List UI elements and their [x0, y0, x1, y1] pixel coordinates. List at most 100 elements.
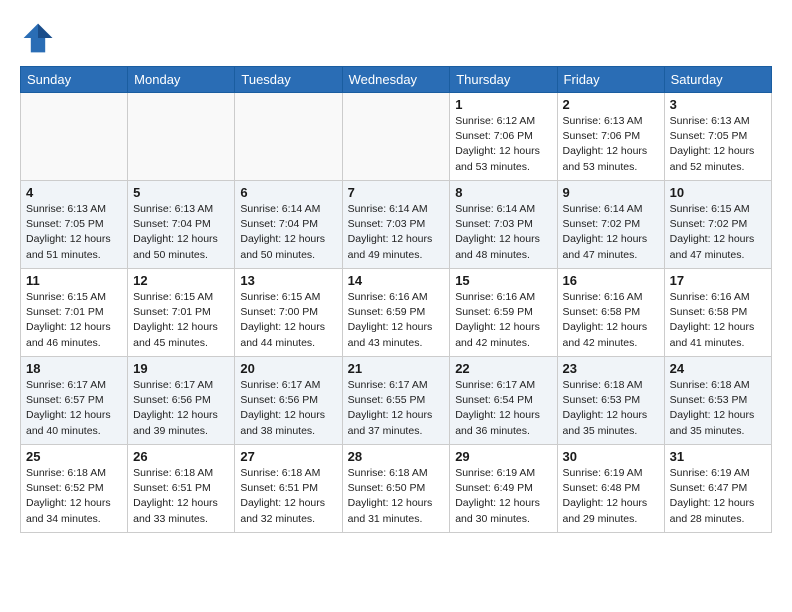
- day-number: 22: [455, 361, 551, 376]
- weekday-header-monday: Monday: [128, 67, 235, 93]
- day-number: 26: [133, 449, 229, 464]
- day-cell: 1 Sunrise: 6:12 AMSunset: 7:06 PMDaylight…: [450, 93, 557, 181]
- weekday-header-friday: Friday: [557, 67, 664, 93]
- weekday-header-tuesday: Tuesday: [235, 67, 342, 93]
- day-number: 7: [348, 185, 445, 200]
- day-info: Sunrise: 6:16 AMSunset: 6:59 PMDaylight:…: [348, 290, 445, 351]
- day-number: 2: [563, 97, 659, 112]
- day-cell: 2 Sunrise: 6:13 AMSunset: 7:06 PMDaylight…: [557, 93, 664, 181]
- day-cell: 22 Sunrise: 6:17 AMSunset: 6:54 PMDayligh…: [450, 357, 557, 445]
- day-cell: 4 Sunrise: 6:13 AMSunset: 7:05 PMDaylight…: [21, 181, 128, 269]
- day-info: Sunrise: 6:15 AMSunset: 7:01 PMDaylight:…: [133, 290, 229, 351]
- day-number: 23: [563, 361, 659, 376]
- day-number: 5: [133, 185, 229, 200]
- weekday-header-sunday: Sunday: [21, 67, 128, 93]
- day-info: Sunrise: 6:16 AMSunset: 6:58 PMDaylight:…: [563, 290, 659, 351]
- day-info: Sunrise: 6:13 AMSunset: 7:04 PMDaylight:…: [133, 202, 229, 263]
- day-info: Sunrise: 6:14 AMSunset: 7:03 PMDaylight:…: [348, 202, 445, 263]
- day-cell: 19Sunrise: 6:17 AMSunset: 6:56 PMDayligh…: [128, 357, 235, 445]
- day-number: 8: [455, 185, 551, 200]
- day-number: 17: [670, 273, 766, 288]
- weekday-header-wednesday: Wednesday: [342, 67, 450, 93]
- page-header: [20, 20, 772, 56]
- logo-icon: [20, 20, 56, 56]
- calendar: SundayMondayTuesdayWednesdayThursdayFrid…: [20, 66, 772, 533]
- day-number: 4: [26, 185, 122, 200]
- day-number: 1: [455, 97, 551, 112]
- day-number: 3: [670, 97, 766, 112]
- weekday-header-saturday: Saturday: [664, 67, 771, 93]
- day-number: 12: [133, 273, 229, 288]
- day-number: 13: [240, 273, 336, 288]
- day-cell: [128, 93, 235, 181]
- day-info: Sunrise: 6:19 AMSunset: 6:48 PMDaylight:…: [563, 466, 659, 527]
- day-info: Sunrise: 6:13 AMSunset: 7:05 PMDaylight:…: [670, 114, 766, 175]
- day-info: Sunrise: 6:13 AMSunset: 7:06 PMDaylight:…: [563, 114, 659, 175]
- day-cell: 6Sunrise: 6:14 AMSunset: 7:04 PMDaylight…: [235, 181, 342, 269]
- day-cell: 31Sunrise: 6:19 AMSunset: 6:47 PMDayligh…: [664, 445, 771, 533]
- week-row: 11 Sunrise: 6:15 AMSunset: 7:01 PMDayligh…: [21, 269, 772, 357]
- day-number: 11: [26, 273, 122, 288]
- day-info: Sunrise: 6:14 AMSunset: 7:03 PMDaylight:…: [455, 202, 551, 263]
- week-row: 4 Sunrise: 6:13 AMSunset: 7:05 PMDaylight…: [21, 181, 772, 269]
- day-info: Sunrise: 6:15 AMSunset: 7:00 PMDaylight:…: [240, 290, 336, 351]
- day-cell: [342, 93, 450, 181]
- day-info: Sunrise: 6:15 AMSunset: 7:01 PMDaylight:…: [26, 290, 122, 351]
- day-cell: 29Sunrise: 6:19 AMSunset: 6:49 PMDayligh…: [450, 445, 557, 533]
- day-cell: 17 Sunrise: 6:16 AMSunset: 6:58 PMDayligh…: [664, 269, 771, 357]
- day-number: 16: [563, 273, 659, 288]
- day-info: Sunrise: 6:16 AMSunset: 6:58 PMDaylight:…: [670, 290, 766, 351]
- day-cell: [235, 93, 342, 181]
- week-row: 1 Sunrise: 6:12 AMSunset: 7:06 PMDaylight…: [21, 93, 772, 181]
- day-cell: 30 Sunrise: 6:19 AMSunset: 6:48 PMDayligh…: [557, 445, 664, 533]
- day-cell: 13 Sunrise: 6:15 AMSunset: 7:00 PMDayligh…: [235, 269, 342, 357]
- day-info: Sunrise: 6:18 AMSunset: 6:53 PMDaylight:…: [670, 378, 766, 439]
- day-cell: 12 Sunrise: 6:15 AMSunset: 7:01 PMDayligh…: [128, 269, 235, 357]
- day-number: 10: [670, 185, 766, 200]
- day-info: Sunrise: 6:16 AMSunset: 6:59 PMDaylight:…: [455, 290, 551, 351]
- week-row: 25 Sunrise: 6:18 AMSunset: 6:52 PMDayligh…: [21, 445, 772, 533]
- day-info: Sunrise: 6:13 AMSunset: 7:05 PMDaylight:…: [26, 202, 122, 263]
- day-number: 25: [26, 449, 122, 464]
- day-cell: 28Sunrise: 6:18 AMSunset: 6:50 PMDayligh…: [342, 445, 450, 533]
- day-number: 21: [348, 361, 445, 376]
- day-info: Sunrise: 6:17 AMSunset: 6:54 PMDaylight:…: [455, 378, 551, 439]
- day-cell: 8 Sunrise: 6:14 AMSunset: 7:03 PMDaylight…: [450, 181, 557, 269]
- day-cell: 23 Sunrise: 6:18 AMSunset: 6:53 PMDayligh…: [557, 357, 664, 445]
- day-cell: 16 Sunrise: 6:16 AMSunset: 6:58 PMDayligh…: [557, 269, 664, 357]
- day-info: Sunrise: 6:18 AMSunset: 6:52 PMDaylight:…: [26, 466, 122, 527]
- day-number: 20: [240, 361, 336, 376]
- day-cell: 24Sunrise: 6:18 AMSunset: 6:53 PMDayligh…: [664, 357, 771, 445]
- day-number: 15: [455, 273, 551, 288]
- day-number: 27: [240, 449, 336, 464]
- week-row: 18Sunrise: 6:17 AMSunset: 6:57 PMDayligh…: [21, 357, 772, 445]
- day-cell: 25 Sunrise: 6:18 AMSunset: 6:52 PMDayligh…: [21, 445, 128, 533]
- day-cell: 18Sunrise: 6:17 AMSunset: 6:57 PMDayligh…: [21, 357, 128, 445]
- day-info: Sunrise: 6:12 AMSunset: 7:06 PMDaylight:…: [455, 114, 551, 175]
- weekday-row: SundayMondayTuesdayWednesdayThursdayFrid…: [21, 67, 772, 93]
- day-info: Sunrise: 6:17 AMSunset: 6:55 PMDaylight:…: [348, 378, 445, 439]
- day-cell: 27Sunrise: 6:18 AMSunset: 6:51 PMDayligh…: [235, 445, 342, 533]
- day-info: Sunrise: 6:18 AMSunset: 6:50 PMDaylight:…: [348, 466, 445, 527]
- day-cell: 7 Sunrise: 6:14 AMSunset: 7:03 PMDaylight…: [342, 181, 450, 269]
- day-info: Sunrise: 6:15 AMSunset: 7:02 PMDaylight:…: [670, 202, 766, 263]
- day-cell: 20 Sunrise: 6:17 AMSunset: 6:56 PMDayligh…: [235, 357, 342, 445]
- day-cell: 26 Sunrise: 6:18 AMSunset: 6:51 PMDayligh…: [128, 445, 235, 533]
- day-cell: 21 Sunrise: 6:17 AMSunset: 6:55 PMDayligh…: [342, 357, 450, 445]
- day-cell: 14 Sunrise: 6:16 AMSunset: 6:59 PMDayligh…: [342, 269, 450, 357]
- day-number: 19: [133, 361, 229, 376]
- day-cell: 9Sunrise: 6:14 AMSunset: 7:02 PMDaylight…: [557, 181, 664, 269]
- day-cell: 3 Sunrise: 6:13 AMSunset: 7:05 PMDaylight…: [664, 93, 771, 181]
- day-info: Sunrise: 6:18 AMSunset: 6:53 PMDaylight:…: [563, 378, 659, 439]
- day-number: 30: [563, 449, 659, 464]
- calendar-body: 1 Sunrise: 6:12 AMSunset: 7:06 PMDaylight…: [21, 93, 772, 533]
- day-number: 14: [348, 273, 445, 288]
- day-number: 29: [455, 449, 551, 464]
- day-cell: [21, 93, 128, 181]
- day-info: Sunrise: 6:19 AMSunset: 6:47 PMDaylight:…: [670, 466, 766, 527]
- day-cell: 5 Sunrise: 6:13 AMSunset: 7:04 PMDaylight…: [128, 181, 235, 269]
- day-info: Sunrise: 6:17 AMSunset: 6:56 PMDaylight:…: [240, 378, 336, 439]
- day-info: Sunrise: 6:18 AMSunset: 6:51 PMDaylight:…: [133, 466, 229, 527]
- logo: [20, 20, 62, 56]
- day-number: 9: [563, 185, 659, 200]
